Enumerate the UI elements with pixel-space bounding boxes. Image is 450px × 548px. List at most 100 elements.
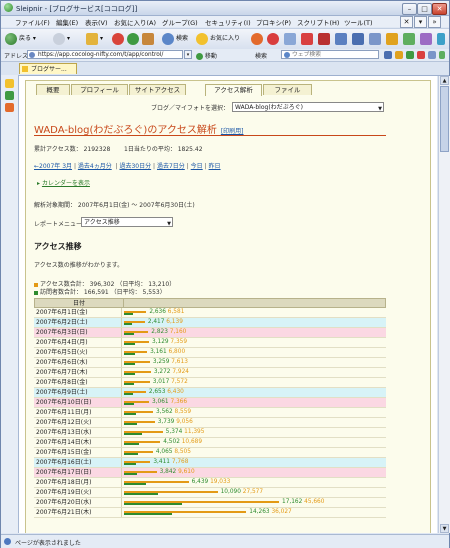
tab-access-analysis[interactable]: アクセス解析 [205,84,262,96]
row-date: 2007年6月9日(土) [34,388,122,397]
row-bars: 3,411 7,768 [124,458,386,467]
menu-view[interactable]: 表示(V) [85,17,108,27]
tab-profile[interactable]: プロフィール [71,84,128,95]
minimize-tabs-button[interactable] [369,32,383,46]
address-dropdown[interactable]: ▾ [184,50,192,59]
visitor-bar [124,513,173,515]
menu-edit[interactable]: 編集(E) [56,17,78,27]
access-count: 8,559 [174,409,192,415]
favorites-button[interactable]: お気に入り [196,32,240,46]
access-count: 7,366 [170,399,188,405]
history-button[interactable] [251,32,265,46]
table-row: 2007年6月8日(金) 3,017 7,572 [34,378,386,388]
back-button[interactable]: 戻る ▾ [5,32,36,46]
row-date: 2007年6月10日(日) [34,398,122,407]
row-values: 5,374 11,395 [166,429,205,436]
search-tools[interactable] [384,50,446,60]
javascript-toggle[interactable] [386,32,400,46]
today-link[interactable]: 今日 [191,163,203,170]
scroll-thumb[interactable] [440,86,449,152]
minimize-button[interactable]: – [402,3,417,15]
tab-close-icon[interactable]: ✕ [400,16,413,28]
past-30-days-link[interactable]: 過去30日分 [119,163,151,170]
menu-favorites[interactable]: お気に入り(A) [114,17,156,27]
visitor-bar [124,493,159,495]
rss-panel-icon[interactable] [5,103,14,112]
image-toggle[interactable] [403,32,417,46]
favorites-panel-icon[interactable] [5,79,14,88]
past-7-days-link[interactable]: 過去7日分 [157,163,185,170]
menu-file[interactable]: ファイル(F) [15,17,50,27]
menu-bar: ファイル(F) 編集(E) 表示(V) お気に入り(A) グループ(G) セキュ… [1,16,449,27]
up-button[interactable]: ▾ [86,32,103,46]
sound-toggle[interactable] [437,32,447,46]
scroll-down-icon[interactable]: ▼ [440,524,449,533]
menu-script[interactable]: スクリプト(H) [297,17,339,27]
access-count: 10,689 [181,439,203,445]
address-input[interactable]: https://app.cocolog-nifty.com/t/app/cont… [27,50,183,59]
forward-button[interactable]: ▾ [53,32,70,46]
calendar-toggle[interactable]: ▸ カレンダーを表示 [37,178,90,187]
menu-tools[interactable]: ツール(T) [344,17,373,27]
reload-button[interactable] [127,32,141,46]
row-date: 2007年6月1日(金) [34,308,122,317]
row-date: 2007年6月5日(火) [34,348,122,357]
row-date: 2007年6月4日(月) [34,338,122,347]
table-row: 2007年6月18日(月) 6,439 19,033 [34,478,386,488]
tab-list-icon[interactable]: ▾ [414,16,427,28]
past-4-months-link[interactable]: 過去4ヵ月分 [78,163,112,170]
plugin-toggle[interactable] [420,32,434,46]
tab-files[interactable]: ファイル [263,84,312,95]
web-content: 概要 プロフィール サイトアクセス アクセス解析 ファイル ブログ／マイフォトを… [19,76,437,533]
stop-icon [112,32,124,45]
table-header: 日付 [34,298,386,309]
tile-button[interactable] [335,32,349,46]
menu-group[interactable]: グループ(G) [162,17,198,27]
prev-month-link[interactable]: ←2007年 3月 [34,163,72,170]
cascade-button[interactable] [352,32,366,46]
menu-security[interactable]: セキュリティ(I) [205,17,251,27]
visitor-count: 2,823 [151,329,168,335]
print-link[interactable]: [印刷用] [221,128,244,135]
menu-proxy[interactable]: プロキシ(P) [256,17,291,27]
scroll-up-icon[interactable]: ▲ [440,76,449,85]
table-row: 2007年6月17日(日) 3,842 9,610 [34,468,386,478]
reload-icon [127,32,139,45]
more-icon[interactable]: » [428,16,441,28]
report-menu-select[interactable]: アクセス推移 ▼ [81,217,173,227]
close-button[interactable]: ✕ [432,3,447,15]
yesterday-link[interactable]: 昨日 [209,163,221,170]
row-date: 2007年6月15日(金) [34,448,122,457]
access-count: 7,768 [171,459,189,465]
close-all-icon [318,32,330,45]
visitor-bar [124,393,133,395]
rss-button[interactable] [267,32,281,46]
visitor-bar [124,473,138,475]
table-row: 2007年6月4日(月) 3,129 7,359 [34,338,386,348]
maximize-button[interactable]: □ [417,3,432,15]
stop-button[interactable] [112,32,126,46]
row-values: 4,502 10,689 [163,439,202,446]
history-panel-icon[interactable] [5,91,14,100]
go-button[interactable]: 移動 [196,51,217,60]
access-count: 36,027 [271,509,292,515]
access-count: 7,160 [169,329,187,335]
visitor-count: 2,417 [147,319,165,325]
close-tab-button[interactable] [301,32,315,46]
browser-tab[interactable]: ブログサー... [19,63,77,74]
vertical-scrollbar[interactable]: ▲ ▼ [438,76,450,533]
blog-select[interactable]: WADA-blog(わだぶろぐ) ▼ [232,102,384,112]
row-bars: 3,739 9,056 [124,418,386,427]
close-all-button[interactable] [318,32,332,46]
tab-overview[interactable]: 概要 [36,84,70,95]
row-values: 17,162 45,660 [282,499,324,506]
web-search-input[interactable]: ウェブ検索 [281,50,379,59]
row-bars: 3,161 6,800 [124,348,386,357]
tab-site-access[interactable]: サイトアクセス [129,84,186,95]
home-button[interactable] [142,32,156,46]
mail-button[interactable] [284,32,298,46]
bookmark-icon [439,51,445,59]
search-button[interactable]: 検索 [162,32,188,46]
report-menu-label: レポートメニュー： [34,221,89,228]
highlight-icon [395,51,403,59]
